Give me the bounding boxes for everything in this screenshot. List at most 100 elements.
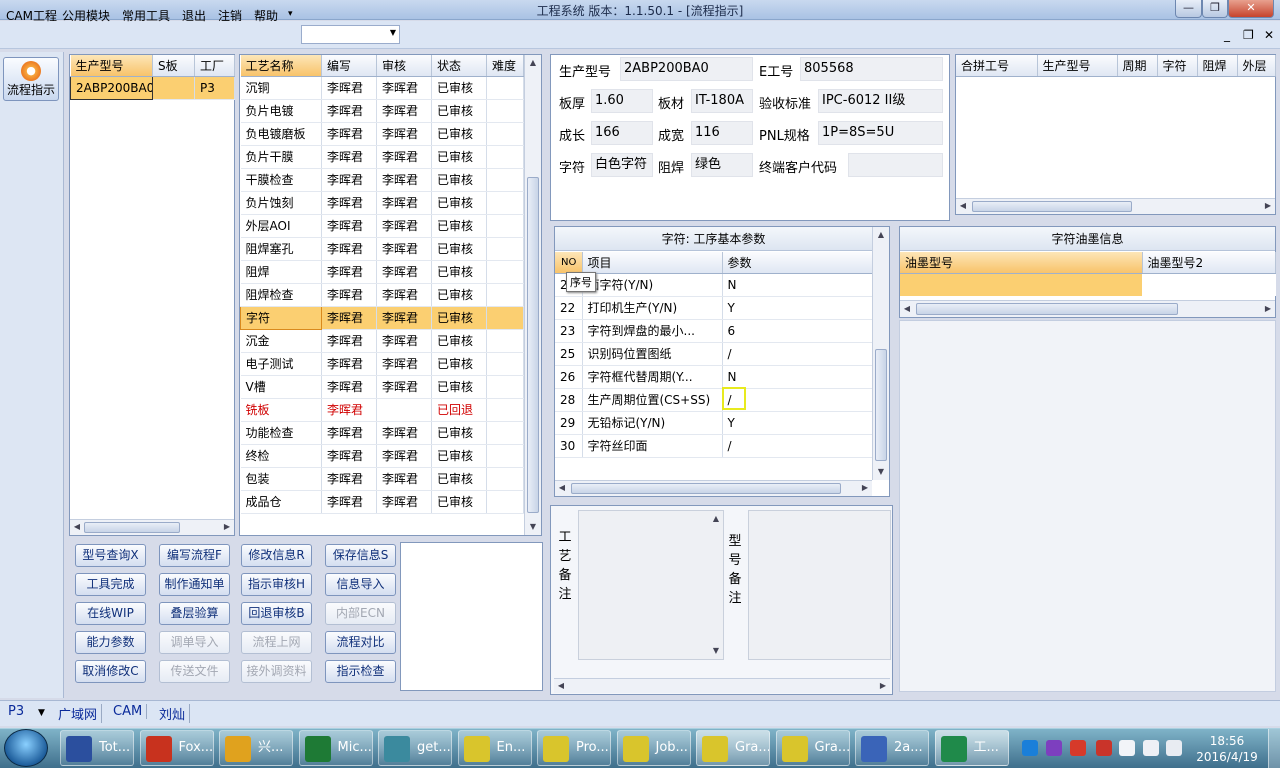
col-model[interactable]: 生产型号 bbox=[70, 55, 153, 77]
arrow-left-icon[interactable]: ◀ bbox=[71, 521, 83, 533]
model-field[interactable]: 2ABP200BA0 bbox=[620, 57, 753, 81]
minimize-button[interactable]: — bbox=[1175, 0, 1202, 18]
params-vscrollbar[interactable]: ▲ ▼ bbox=[872, 227, 889, 480]
model-notes-memo[interactable] bbox=[748, 510, 891, 660]
table-row[interactable]: 负片干膜 李晖君 李晖君 已审核 bbox=[240, 145, 524, 169]
action-button[interactable]: 回退审核B bbox=[241, 602, 312, 625]
width-field[interactable]: 116 bbox=[691, 121, 753, 145]
table-row[interactable]: V槽 李晖君 李晖君 已审核 bbox=[240, 375, 524, 399]
action-button[interactable]: 编写流程F bbox=[159, 544, 230, 567]
table-row[interactable]: 铣板 李晖君 已回退 bbox=[240, 398, 524, 422]
action-button[interactable]: 取消修改C bbox=[75, 660, 146, 683]
col-status[interactable]: 状态 bbox=[431, 55, 487, 77]
flow-instruction-button[interactable]: ● 流程指示 bbox=[3, 57, 59, 101]
table-row[interactable]: 22 打印机生产(Y/N) Y bbox=[555, 296, 873, 320]
tray-network-icon[interactable] bbox=[1022, 740, 1038, 756]
col-process-name[interactable]: 工艺名称 bbox=[240, 55, 322, 77]
table-row[interactable]: 25 识别码位置图纸 / bbox=[555, 342, 873, 366]
col-factory[interactable]: 工厂 bbox=[194, 55, 235, 77]
arrow-up-icon[interactable]: ▲ bbox=[875, 229, 887, 241]
action-button[interactable]: 指示审核H bbox=[241, 573, 312, 596]
arrow-right-icon[interactable]: ▶ bbox=[1262, 303, 1274, 315]
table-row[interactable]: 29 无铅标记(Y/N) Y bbox=[555, 411, 873, 435]
standard-field[interactable]: IPC-6012 II级 bbox=[818, 89, 943, 113]
table-row[interactable]: 负片电镀 李晖君 李晖君 已审核 bbox=[240, 99, 524, 123]
menu-common-modules[interactable]: 公用模块 bbox=[62, 7, 110, 24]
arrow-left-icon[interactable]: ◀ bbox=[957, 200, 969, 212]
material-field[interactable]: IT-180A bbox=[691, 89, 753, 113]
taskbar-task[interactable]: 工... bbox=[934, 730, 1009, 766]
arrow-up-icon[interactable]: ▲ bbox=[710, 513, 722, 525]
taskbar-task[interactable]: get... bbox=[378, 730, 452, 766]
char-field[interactable]: 白色字符 bbox=[591, 153, 653, 177]
action-button[interactable]: 接外调资料 bbox=[241, 660, 312, 683]
col-combine-no[interactable]: 合拼工号 bbox=[956, 55, 1038, 77]
arrow-down-icon[interactable]: ▼ bbox=[527, 521, 539, 533]
tray-adobe-icon[interactable] bbox=[1096, 740, 1112, 756]
col-param[interactable]: 参数 bbox=[722, 252, 873, 274]
table-row[interactable]: 阻焊 李晖君 李晖君 已审核 bbox=[240, 260, 524, 284]
taskbar-task[interactable]: Tot... bbox=[60, 730, 134, 766]
process-vscrollbar[interactable]: ▲ ▼ bbox=[524, 55, 541, 535]
table-row[interactable]: 2 面字符(Y/N) N bbox=[555, 273, 873, 297]
customer-code-field[interactable] bbox=[848, 153, 943, 177]
table-row[interactable]: 2ABP200BA0 P3 bbox=[70, 75, 235, 100]
menu-cam[interactable]: CAM工程 bbox=[6, 7, 57, 24]
table-row[interactable]: 干膜检查 李晖君 李晖君 已审核 bbox=[240, 168, 524, 192]
action-button[interactable]: 修改信息R bbox=[241, 544, 312, 567]
table-row[interactable]: 沉金 李晖君 李晖君 已审核 bbox=[240, 329, 524, 353]
taskbar-task[interactable]: Gra... bbox=[775, 730, 850, 766]
process-notes-memo[interactable]: ▲ ▼ bbox=[578, 510, 724, 660]
tray-flag-icon[interactable] bbox=[1119, 740, 1135, 756]
length-field[interactable]: 166 bbox=[591, 121, 653, 145]
arrow-left-icon[interactable]: ◀ bbox=[901, 303, 913, 315]
col-s-board[interactable]: S板 bbox=[152, 55, 195, 77]
ink-hscrollbar[interactable]: ◀ ▶ bbox=[900, 300, 1275, 317]
table-row[interactable]: 23 字符到焊盘的最小... 6 bbox=[555, 319, 873, 343]
tray-security-icon[interactable] bbox=[1070, 740, 1086, 756]
action-button[interactable]: 制作通知单 bbox=[159, 573, 230, 596]
table-row[interactable]: 外层AOI 李晖君 李晖君 已审核 bbox=[240, 214, 524, 238]
col-no[interactable]: NO bbox=[555, 252, 583, 274]
menu-logout[interactable]: 注销 bbox=[218, 7, 242, 24]
output-box[interactable] bbox=[400, 542, 543, 691]
col-ink-model[interactable]: 油墨型号 bbox=[900, 252, 1143, 274]
notes-hscrollbar[interactable]: ◀ ▶ bbox=[554, 678, 890, 693]
table-row[interactable]: 终检 李晖君 李晖君 已审核 bbox=[240, 444, 524, 468]
toolbar-combo[interactable]: ▼ bbox=[301, 25, 400, 44]
arrow-down-icon[interactable]: ▼ bbox=[710, 645, 722, 657]
mask-field[interactable]: 绿色 bbox=[691, 153, 753, 177]
table-row[interactable]: 电子测试 李晖君 李晖君 已审核 bbox=[240, 352, 524, 376]
col-reviewer[interactable]: 审核 bbox=[376, 55, 432, 77]
pnl-field[interactable]: 1P=8S=5U bbox=[818, 121, 943, 145]
table-row[interactable]: 沉铜 李晖君 李晖君 已审核 bbox=[240, 76, 524, 100]
col-writer[interactable]: 编写 bbox=[321, 55, 377, 77]
eno-field[interactable]: 805568 bbox=[800, 57, 943, 81]
arrow-up-icon[interactable]: ▲ bbox=[527, 57, 539, 69]
table-row[interactable]: 阻焊检查 李晖君 李晖君 已审核 bbox=[240, 283, 524, 307]
action-button[interactable]: 在线WIP bbox=[75, 602, 146, 625]
factory-status[interactable]: P3 bbox=[8, 704, 28, 719]
col-item[interactable]: 项目 bbox=[582, 252, 723, 274]
arrow-left-icon[interactable]: ◀ bbox=[555, 680, 567, 692]
action-button[interactable]: 传送文件 bbox=[159, 660, 230, 683]
maximize-button[interactable]: ❐ bbox=[1202, 0, 1228, 18]
action-button[interactable]: 信息导入 bbox=[325, 573, 396, 596]
params-hscrollbar[interactable]: ◀ ▶ bbox=[555, 480, 872, 496]
table-row[interactable]: 功能检查 李晖君 李晖君 已审核 bbox=[240, 421, 524, 445]
table-row[interactable]: 负片蚀刻 李晖君 李晖君 已审核 bbox=[240, 191, 524, 215]
action-button[interactable]: 保存信息S bbox=[325, 544, 396, 567]
table-row[interactable]: 阻焊塞孔 李晖君 李晖君 已审核 bbox=[240, 237, 524, 261]
action-button[interactable]: 调单导入 bbox=[159, 631, 230, 654]
arrow-right-icon[interactable]: ▶ bbox=[1262, 200, 1274, 212]
model-hscrollbar[interactable]: ◀ ▶ bbox=[70, 519, 234, 535]
menu-help[interactable]: 帮助 bbox=[254, 7, 278, 24]
col-combine-char[interactable]: 字符 bbox=[1157, 55, 1198, 77]
action-button[interactable]: 指示检查 bbox=[325, 660, 396, 683]
col-combine-mask[interactable]: 阻焊 bbox=[1197, 55, 1238, 77]
arrow-right-icon[interactable]: ▶ bbox=[877, 680, 889, 692]
col-ink-model2[interactable]: 油墨型号2 bbox=[1142, 252, 1276, 274]
clock[interactable]: 18:56 2016/4/19 bbox=[1192, 733, 1262, 765]
arrow-right-icon[interactable]: ▶ bbox=[859, 482, 871, 494]
taskbar-task[interactable]: Mic... bbox=[298, 730, 373, 766]
